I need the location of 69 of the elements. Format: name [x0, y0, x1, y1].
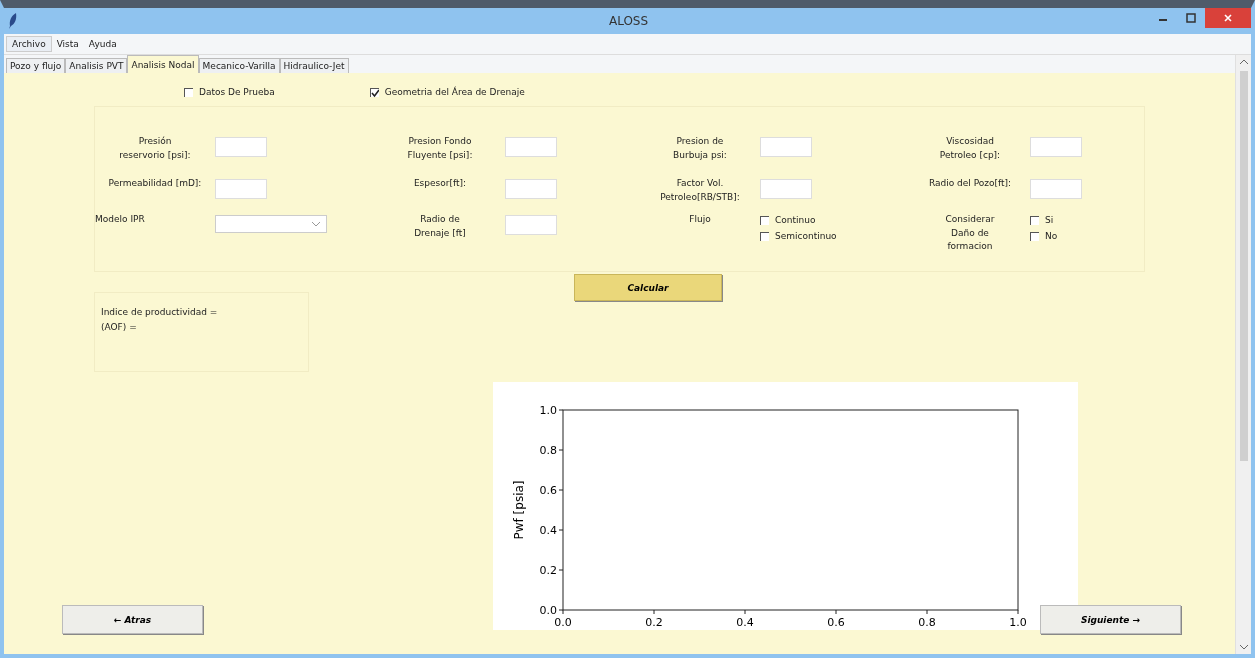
y-tick-label: 0.8	[539, 444, 557, 457]
field-label: Modelo IPR	[95, 213, 146, 226]
maximize-icon	[1186, 13, 1196, 23]
arrow-down-icon	[1239, 644, 1248, 650]
input-field[interactable]	[760, 137, 812, 157]
x-tick-label: 0.2	[645, 616, 663, 629]
checkbox[interactable]	[1030, 231, 1039, 241]
field-label: Permeabilidad [mD]:	[107, 177, 203, 190]
input-field[interactable]	[1030, 137, 1082, 157]
checkbox[interactable]	[760, 231, 769, 241]
y-tick-label: 0.6	[539, 484, 557, 497]
tab[interactable]: Analisis PVT	[65, 58, 128, 73]
checkbox-label: Datos De Prueba	[199, 87, 275, 97]
tab[interactable]: Hidraulico-Jet	[279, 58, 349, 73]
result-text: (AOF) =	[101, 322, 138, 332]
input-field[interactable]	[505, 215, 557, 235]
field-label: Radio de Drenaje [ft]	[413, 213, 467, 240]
input-field[interactable]	[215, 179, 267, 199]
input-field[interactable]	[1030, 179, 1082, 199]
y-tick-label: 0.0	[539, 604, 557, 617]
x-tick-label: 1.0	[1009, 616, 1027, 629]
x-tick-label: 0.6	[827, 616, 845, 629]
y-tick-label: 0.4	[539, 524, 557, 537]
checkbox[interactable]	[1030, 215, 1039, 225]
field-label: Espesor[ft]:	[412, 177, 468, 190]
field-label: Considerar Daño de formacion	[944, 213, 996, 253]
tab[interactable]: Pozo y flujo	[6, 58, 66, 73]
checkbox-label: Continuo	[775, 215, 816, 225]
input-field[interactable]	[215, 137, 267, 157]
back-button[interactable]: ← Atras	[62, 605, 203, 634]
x-tick-label: 0.0	[554, 616, 572, 629]
next-button[interactable]: Siguiente →	[1040, 605, 1181, 634]
window-title: ALOSS	[607, 14, 650, 28]
checkbox[interactable]	[760, 215, 769, 225]
input-field[interactable]	[505, 179, 557, 199]
input-field[interactable]	[505, 137, 557, 157]
y-tick-label: 0.2	[539, 564, 557, 577]
checkbox[interactable]	[184, 87, 193, 97]
field-label: Radio del Pozo[ft]:	[927, 177, 1013, 190]
field-label: Presion de Burbuja psi:	[672, 135, 728, 162]
field-label: Presion Fondo Fluyente [psi]:	[406, 135, 474, 162]
scrollbar[interactable]	[1235, 55, 1251, 654]
checkbox-label: Semicontinuo	[775, 231, 837, 241]
close-icon	[1223, 13, 1233, 23]
close-button[interactable]	[1205, 8, 1251, 28]
tab[interactable]: Analisis Nodal	[127, 55, 199, 73]
feather-icon	[8, 13, 18, 29]
tab[interactable]: Mecanico-Varilla	[198, 58, 280, 73]
checkbox-label: No	[1045, 231, 1058, 241]
field-label: Viscosidad Petroleo [cp]:	[938, 135, 1002, 162]
calculate-button[interactable]: Calcular	[574, 274, 722, 301]
checkbox-label: Si	[1045, 215, 1054, 225]
menu-item[interactable]: Ayuda	[83, 37, 122, 51]
x-tick-label: 0.8	[918, 616, 936, 629]
menu-item[interactable]: Archivo	[6, 36, 52, 52]
y-tick-label: 1.0	[539, 404, 557, 417]
arrow-up-icon	[1239, 59, 1248, 65]
input-field[interactable]	[760, 179, 812, 199]
y-axis-label: Pwf [psia]	[512, 480, 526, 540]
checkbox-label: Geometria del Área de Drenaje	[384, 87, 525, 97]
result-text: Indice de productividad =	[101, 307, 219, 317]
checkbox[interactable]	[369, 87, 379, 97]
field-label: Presión reservorio [psi]:	[118, 135, 192, 162]
x-tick-label: 0.4	[736, 616, 754, 629]
field-label: Factor Vol. Petroleo[RB/STB]:	[659, 177, 741, 204]
field-label: Flujo	[688, 213, 712, 226]
caret-icon	[312, 221, 320, 227]
menu-item[interactable]: Vista	[51, 37, 84, 51]
dropdown[interactable]	[215, 215, 327, 233]
